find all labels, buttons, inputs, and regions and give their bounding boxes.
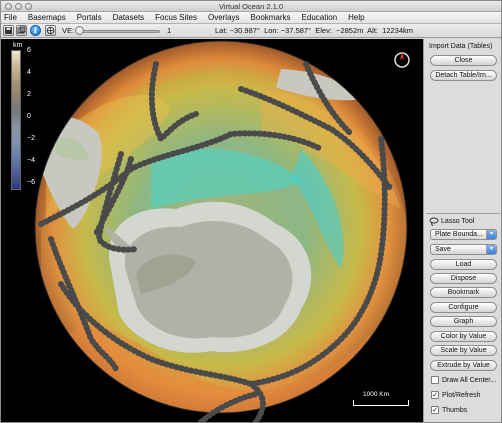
menu-bookmarks[interactable]: Bookmarks [251, 12, 291, 24]
globe-viewport[interactable]: km 6 4 2 0 −2 −4 −6 1000 Km [1, 39, 423, 422]
globe-map[interactable] [1, 39, 423, 422]
legend-tick: 2 [27, 91, 31, 98]
info-icon[interactable]: i [30, 25, 41, 36]
plot-refresh-label: Plot/Refresh [442, 392, 481, 399]
graph-button[interactable]: Graph [430, 316, 497, 327]
bookmark-button[interactable]: Bookmark [430, 287, 497, 298]
color-by-value-button[interactable]: Color by Value [430, 331, 497, 342]
draw-all-center-label: Draw All Center... [442, 377, 497, 384]
save-image-button[interactable] [3, 25, 14, 36]
app-window: Virtual Ocean 2.1.0 File Basemaps Portal… [0, 0, 502, 423]
menu-basemaps[interactable]: Basemaps [28, 12, 66, 24]
thumbs-label: Thumbs [442, 407, 468, 414]
elevation-color-scale [11, 50, 21, 190]
legend-tick: 6 [27, 47, 31, 54]
ve-slider-knob[interactable] [75, 26, 84, 35]
plot-refresh-checkbox[interactable]: ✓ [431, 391, 439, 399]
legend-unit: km [13, 42, 23, 49]
floppy-icon [5, 27, 12, 34]
configure-button[interactable]: Configure [430, 302, 497, 313]
save-select-value: Save [435, 246, 451, 253]
lasso-tool-label: Lasso Tool [441, 218, 475, 225]
title-bar: Virtual Ocean 2.1.0 [1, 1, 501, 12]
thumbs-checkbox[interactable]: ✓ [431, 406, 439, 414]
menu-file[interactable]: File [4, 12, 17, 24]
save-select[interactable]: Save ▾ [430, 244, 497, 255]
menu-bar: File Basemaps Portals Datasets Focus Sit… [1, 12, 501, 24]
legend-tick: −4 [27, 157, 35, 164]
detach-table-button[interactable]: Detach Table/Im... [430, 70, 497, 81]
dispose-button[interactable]: Dispose [430, 273, 497, 284]
window-title: Virtual Ocean 2.1.0 [218, 2, 284, 11]
plate-boundaries-select[interactable]: Plate Bounda... ▾ [430, 229, 497, 240]
toolbar: i VE: 1 Lat: −30.987° Lon: −37.587° Elev… [1, 24, 501, 38]
menu-focus-sites[interactable]: Focus Sites [155, 12, 197, 24]
control-panel: Import Data (Tables) Close Detach Table/… [423, 39, 501, 422]
scale-label: 1000 Km [363, 391, 390, 398]
chevron-down-icon: ▾ [486, 245, 496, 254]
menu-overlays[interactable]: Overlays [208, 12, 240, 24]
fullscreen-button[interactable] [45, 25, 56, 36]
import-data-label: Import Data (Tables) [429, 43, 493, 50]
extrude-by-value-button[interactable]: Extrude by Value [430, 360, 497, 371]
legend-tick: −2 [27, 135, 35, 142]
minimize-window-icon[interactable] [15, 3, 22, 10]
ve-label: VE: [62, 26, 75, 35]
close-window-icon[interactable] [5, 3, 12, 10]
ve-value: 1 [167, 26, 172, 35]
lasso-icon[interactable] [429, 217, 439, 226]
coordinate-readout: Lat: −30.987° Lon: −37.587° Elev: −2852m… [215, 26, 414, 35]
plate-boundaries-value: Plate Bounda... [435, 231, 483, 238]
legend-tick: 0 [27, 113, 31, 120]
draw-all-center-checkbox[interactable] [431, 376, 439, 384]
menu-datasets[interactable]: Datasets [113, 12, 145, 24]
menu-education[interactable]: Education [302, 12, 338, 24]
menu-help[interactable]: Help [348, 12, 364, 24]
close-button[interactable]: Close [430, 55, 497, 66]
ve-slider-track[interactable] [76, 30, 160, 33]
compass-icon[interactable] [394, 52, 410, 68]
scale-bar [353, 400, 409, 406]
globe-icon [46, 26, 55, 35]
legend-tick: −6 [27, 179, 35, 186]
zoom-window-icon[interactable] [25, 3, 32, 10]
layers-button[interactable] [16, 25, 27, 36]
legend-tick: 4 [27, 69, 31, 76]
panel-divider [426, 213, 500, 214]
layers-icon [17, 26, 26, 34]
load-button[interactable]: Load [430, 259, 497, 270]
menu-portals[interactable]: Portals [77, 12, 102, 24]
chevron-down-icon: ▾ [486, 230, 496, 239]
scale-by-value-button[interactable]: Scale by Value [430, 345, 497, 356]
